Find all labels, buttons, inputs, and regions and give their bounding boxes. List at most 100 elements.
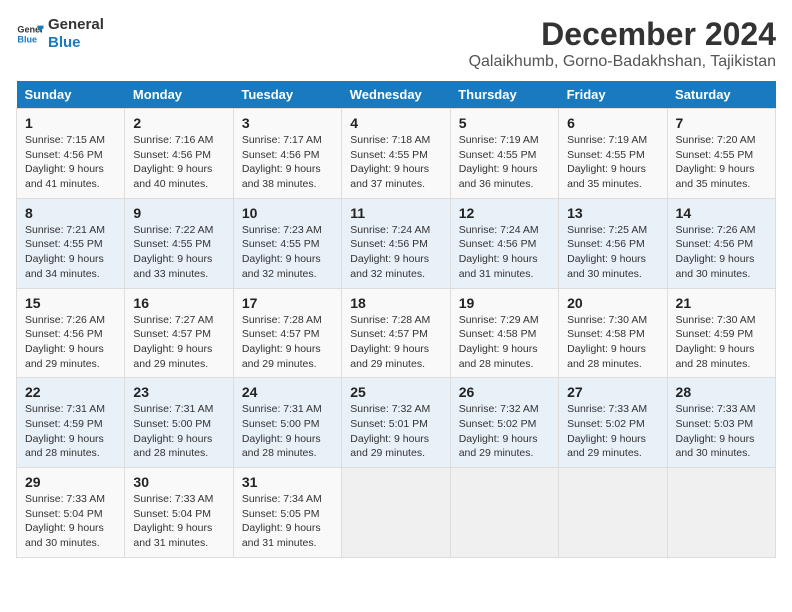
calendar-table: SundayMondayTuesdayWednesdayThursdayFrid… — [16, 81, 776, 558]
day-cell — [559, 468, 667, 558]
day-info: Sunrise: 7:21 AM Sunset: 4:55 PM Dayligh… — [25, 223, 116, 282]
day-number: 30 — [133, 474, 224, 490]
day-cell: 22 Sunrise: 7:31 AM Sunset: 4:59 PM Dayli… — [17, 378, 125, 468]
day-cell — [450, 468, 558, 558]
day-info: Sunrise: 7:32 AM Sunset: 5:01 PM Dayligh… — [350, 402, 441, 461]
day-cell — [342, 468, 450, 558]
day-number: 29 — [25, 474, 116, 490]
header-friday: Friday — [559, 81, 667, 109]
day-number: 3 — [242, 115, 333, 131]
day-info: Sunrise: 7:24 AM Sunset: 4:56 PM Dayligh… — [459, 223, 550, 282]
day-info: Sunrise: 7:33 AM Sunset: 5:04 PM Dayligh… — [25, 492, 116, 551]
day-info: Sunrise: 7:32 AM Sunset: 5:02 PM Dayligh… — [459, 402, 550, 461]
day-cell: 17Sunrise: 7:28 AM Sunset: 4:57 PM Dayli… — [233, 288, 341, 378]
day-info: Sunrise: 7:30 AM Sunset: 4:59 PM Dayligh… — [676, 313, 767, 372]
day-cell: 20 Sunrise: 7:30 AM Sunset: 4:58 PM Dayli… — [559, 288, 667, 378]
week-row-5: 29 Sunrise: 7:33 AM Sunset: 5:04 PM Dayli… — [17, 468, 776, 558]
day-cell: 2 Sunrise: 7:16 AM Sunset: 4:56 PM Daylig… — [125, 109, 233, 199]
day-number: 16 — [133, 295, 224, 311]
day-info: Sunrise: 7:22 AM Sunset: 4:55 PM Dayligh… — [133, 223, 224, 282]
day-cell: 1 Sunrise: 7:15 AM Sunset: 4:56 PM Daylig… — [17, 109, 125, 199]
header-thursday: Thursday — [450, 81, 558, 109]
day-number: 31 — [242, 474, 333, 490]
day-number: 4 — [350, 115, 441, 131]
day-cell: 19Sunrise: 7:29 AM Sunset: 4:58 PM Dayli… — [450, 288, 558, 378]
day-cell: 14Sunrise: 7:26 AM Sunset: 4:56 PM Dayli… — [667, 198, 775, 288]
day-info: Sunrise: 7:16 AM Sunset: 4:56 PM Dayligh… — [133, 133, 224, 192]
logo-text-blue: Blue — [48, 34, 104, 52]
day-number: 27 — [567, 384, 658, 400]
calendar-header: SundayMondayTuesdayWednesdayThursdayFrid… — [17, 81, 776, 109]
day-cell: 10Sunrise: 7:23 AM Sunset: 4:55 PM Dayli… — [233, 198, 341, 288]
day-info: Sunrise: 7:19 AM Sunset: 4:55 PM Dayligh… — [567, 133, 658, 192]
day-number: 22 — [25, 384, 116, 400]
day-number: 8 — [25, 205, 116, 221]
day-cell: 29 Sunrise: 7:33 AM Sunset: 5:04 PM Dayli… — [17, 468, 125, 558]
day-number: 2 — [133, 115, 224, 131]
calendar-body: 1 Sunrise: 7:15 AM Sunset: 4:56 PM Daylig… — [17, 109, 776, 558]
day-info: Sunrise: 7:25 AM Sunset: 4:56 PM Dayligh… — [567, 223, 658, 282]
day-cell: 8 Sunrise: 7:21 AM Sunset: 4:55 PM Daylig… — [17, 198, 125, 288]
week-row-2: 8 Sunrise: 7:21 AM Sunset: 4:55 PM Daylig… — [17, 198, 776, 288]
day-cell: 12 Sunrise: 7:24 AM Sunset: 4:56 PM Dayli… — [450, 198, 558, 288]
day-cell: 28Sunrise: 7:33 AM Sunset: 5:03 PM Dayli… — [667, 378, 775, 468]
day-number: 20 — [567, 295, 658, 311]
day-info: Sunrise: 7:29 AM Sunset: 4:58 PM Dayligh… — [459, 313, 550, 372]
day-info: Sunrise: 7:30 AM Sunset: 4:58 PM Dayligh… — [567, 313, 658, 372]
day-number: 24 — [242, 384, 333, 400]
day-cell: 4 Sunrise: 7:18 AM Sunset: 4:55 PM Daylig… — [342, 109, 450, 199]
day-cell: 26 Sunrise: 7:32 AM Sunset: 5:02 PM Dayli… — [450, 378, 558, 468]
day-info: Sunrise: 7:33 AM Sunset: 5:02 PM Dayligh… — [567, 402, 658, 461]
page-subtitle: Qalaikhumb, Gorno-Badakhshan, Tajikistan — [469, 53, 776, 71]
day-number: 21 — [676, 295, 767, 311]
day-cell: 13 Sunrise: 7:25 AM Sunset: 4:56 PM Dayli… — [559, 198, 667, 288]
day-info: Sunrise: 7:31 AM Sunset: 5:00 PM Dayligh… — [133, 402, 224, 461]
day-number: 12 — [459, 205, 550, 221]
day-info: Sunrise: 7:20 AM Sunset: 4:55 PM Dayligh… — [676, 133, 767, 192]
day-number: 26 — [459, 384, 550, 400]
header: General Blue General Blue December 2024 … — [16, 16, 776, 71]
day-info: Sunrise: 7:27 AM Sunset: 4:57 PM Dayligh… — [133, 313, 224, 372]
day-info: Sunrise: 7:15 AM Sunset: 4:56 PM Dayligh… — [25, 133, 116, 192]
day-cell: 11Sunrise: 7:24 AM Sunset: 4:56 PM Dayli… — [342, 198, 450, 288]
day-info: Sunrise: 7:18 AM Sunset: 4:55 PM Dayligh… — [350, 133, 441, 192]
week-row-1: 1 Sunrise: 7:15 AM Sunset: 4:56 PM Daylig… — [17, 109, 776, 199]
day-info: Sunrise: 7:28 AM Sunset: 4:57 PM Dayligh… — [350, 313, 441, 372]
day-cell: 23 Sunrise: 7:31 AM Sunset: 5:00 PM Dayli… — [125, 378, 233, 468]
header-monday: Monday — [125, 81, 233, 109]
day-info: Sunrise: 7:33 AM Sunset: 5:04 PM Dayligh… — [133, 492, 224, 551]
day-number: 9 — [133, 205, 224, 221]
day-number: 7 — [676, 115, 767, 131]
day-cell: 3 Sunrise: 7:17 AM Sunset: 4:56 PM Daylig… — [233, 109, 341, 199]
day-number: 6 — [567, 115, 658, 131]
day-cell: 15Sunrise: 7:26 AM Sunset: 4:56 PM Dayli… — [17, 288, 125, 378]
header-sunday: Sunday — [17, 81, 125, 109]
day-number: 5 — [459, 115, 550, 131]
header-wednesday: Wednesday — [342, 81, 450, 109]
day-info: Sunrise: 7:33 AM Sunset: 5:03 PM Dayligh… — [676, 402, 767, 461]
day-info: Sunrise: 7:17 AM Sunset: 4:56 PM Dayligh… — [242, 133, 333, 192]
day-number: 14 — [676, 205, 767, 221]
day-number: 23 — [133, 384, 224, 400]
day-cell: 9 Sunrise: 7:22 AM Sunset: 4:55 PM Daylig… — [125, 198, 233, 288]
day-cell: 5Sunrise: 7:19 AM Sunset: 4:55 PM Daylig… — [450, 109, 558, 199]
day-number: 25 — [350, 384, 441, 400]
day-number: 18 — [350, 295, 441, 311]
day-info: Sunrise: 7:24 AM Sunset: 4:56 PM Dayligh… — [350, 223, 441, 282]
day-number: 13 — [567, 205, 658, 221]
svg-text:Blue: Blue — [17, 34, 37, 44]
day-cell: 16 Sunrise: 7:27 AM Sunset: 4:57 PM Dayli… — [125, 288, 233, 378]
page-title: December 2024 — [469, 16, 776, 53]
logo-text-general: General — [48, 16, 104, 34]
week-row-3: 15Sunrise: 7:26 AM Sunset: 4:56 PM Dayli… — [17, 288, 776, 378]
week-row-4: 22 Sunrise: 7:31 AM Sunset: 4:59 PM Dayli… — [17, 378, 776, 468]
day-cell — [667, 468, 775, 558]
day-info: Sunrise: 7:31 AM Sunset: 4:59 PM Dayligh… — [25, 402, 116, 461]
header-tuesday: Tuesday — [233, 81, 341, 109]
day-cell: 6 Sunrise: 7:19 AM Sunset: 4:55 PM Daylig… — [559, 109, 667, 199]
day-number: 1 — [25, 115, 116, 131]
day-cell: 21 Sunrise: 7:30 AM Sunset: 4:59 PM Dayli… — [667, 288, 775, 378]
header-row: SundayMondayTuesdayWednesdayThursdayFrid… — [17, 81, 776, 109]
header-saturday: Saturday — [667, 81, 775, 109]
logo: General Blue General Blue — [16, 16, 104, 52]
